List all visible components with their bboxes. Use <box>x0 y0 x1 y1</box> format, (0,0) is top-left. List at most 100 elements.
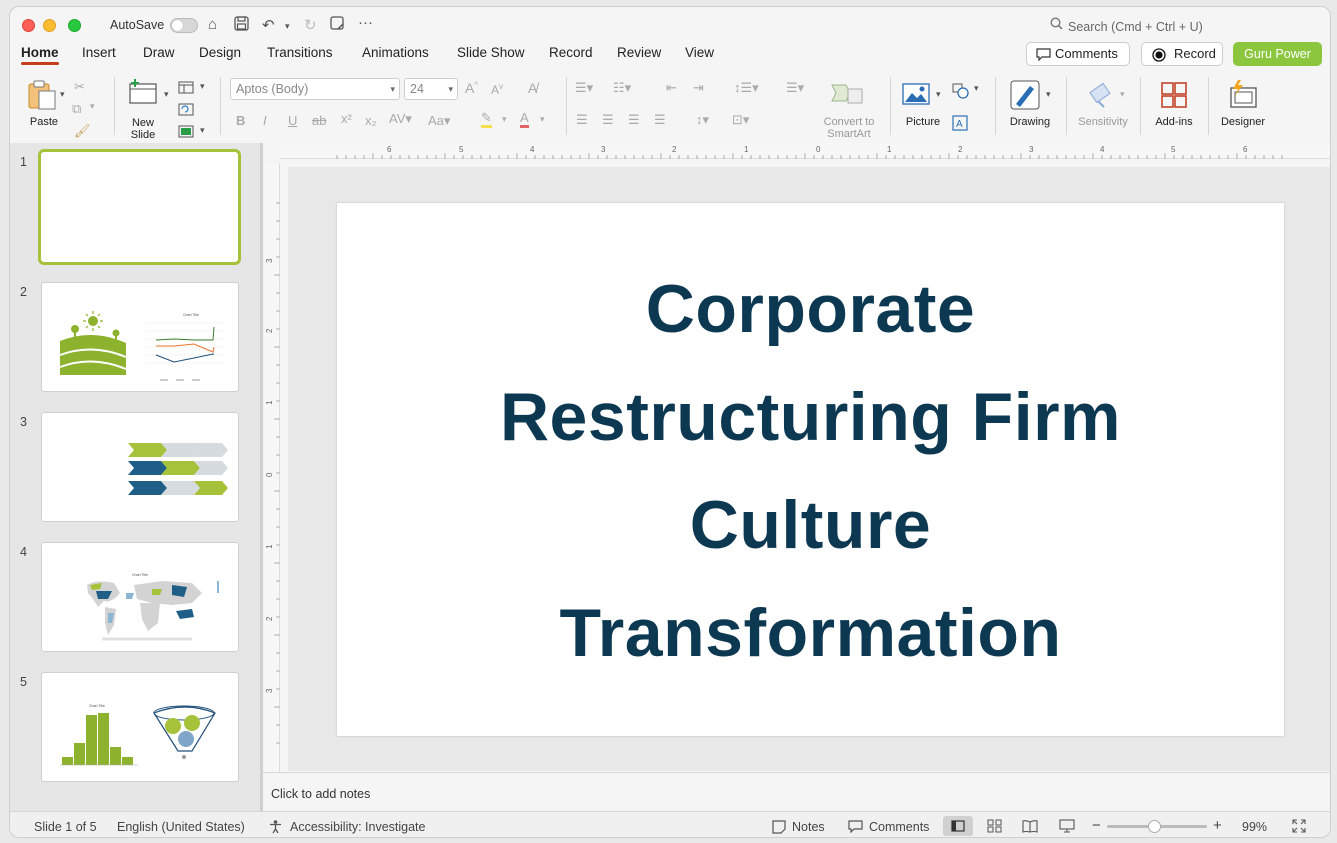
undo-icon[interactable]: ↶ <box>262 16 275 34</box>
language-indicator[interactable]: English (United States) <box>117 820 245 834</box>
undo-dropdown-icon[interactable]: ▾ <box>285 21 290 32</box>
slide-title[interactable]: Corporate Restructuring Firm Culture Tra… <box>337 255 1284 687</box>
slide-thumbnail-2[interactable]: Chart Title <box>41 282 239 392</box>
bold-icon[interactable]: B <box>236 113 245 128</box>
comments-button[interactable]: Comments <box>1026 42 1130 66</box>
shapes-icon[interactable] <box>952 83 970 99</box>
comments-icon[interactable] <box>848 820 863 833</box>
slide-thumbnail-1[interactable] <box>38 149 241 265</box>
designer-button[interactable]: Designer <box>1214 75 1272 135</box>
accessibility-icon[interactable] <box>268 819 283 834</box>
decrease-font-icon[interactable]: Av <box>491 82 503 97</box>
redo-icon[interactable]: ↻ <box>304 16 317 34</box>
minimize-window-button[interactable] <box>43 19 56 32</box>
drawing-button[interactable]: ▾ Drawing <box>1004 75 1056 135</box>
decrease-indent-icon[interactable]: ⇤ <box>666 80 677 96</box>
accessibility-status[interactable]: Accessibility: Investigate <box>290 820 425 834</box>
autosave-toggle[interactable] <box>170 18 198 33</box>
section-icon[interactable] <box>178 125 194 138</box>
character-spacing-icon[interactable]: AV▾ <box>389 111 412 127</box>
new-slide-button[interactable]: ▾ New Slide <box>124 75 174 141</box>
drawing-dropdown-icon[interactable]: ▾ <box>1046 89 1051 100</box>
underline-icon[interactable]: U <box>288 113 297 128</box>
normal-view-button[interactable] <box>943 816 973 836</box>
tab-record[interactable]: Record <box>549 45 593 60</box>
copy-icon[interactable]: ⧉ <box>72 101 81 117</box>
strikethrough-icon[interactable]: ab <box>312 113 326 128</box>
paste-dropdown-icon[interactable]: ▾ <box>60 89 65 100</box>
subscript-icon[interactable]: x₂ <box>365 113 377 128</box>
align-text-icon[interactable]: ⊡▾ <box>732 112 749 128</box>
font-name-select[interactable]: Aptos (Body) ▾ <box>230 78 400 100</box>
home-icon[interactable]: ⌂ <box>208 16 217 33</box>
new-slide-dropdown-icon[interactable]: ▾ <box>164 89 169 100</box>
slide-thumbnail-3[interactable] <box>41 412 239 522</box>
text-direction-icon[interactable]: ↕▾ <box>696 112 709 128</box>
text-box-icon[interactable]: A <box>952 115 968 131</box>
notes-icon[interactable] <box>772 820 786 834</box>
convert-smartart-button[interactable]: Convert to SmartArt <box>816 75 882 140</box>
format-painter-icon[interactable]: 🖌 <box>74 123 91 139</box>
italic-icon[interactable]: I <box>263 113 267 128</box>
slide-show-icon[interactable] <box>1059 819 1075 833</box>
font-color-dropdown-icon[interactable]: ▾ <box>540 114 545 125</box>
font-color-icon[interactable]: A <box>520 111 529 128</box>
picture-button[interactable]: ▾ Picture <box>898 75 948 135</box>
search-input[interactable]: Search (Cmd + Ctrl + U) <box>1068 20 1203 34</box>
zoom-in-icon[interactable]: + <box>1213 817 1222 834</box>
tab-insert[interactable]: Insert <box>82 45 116 60</box>
slide-thumbnail-4[interactable]: Chart Title <box>41 542 239 652</box>
justify-icon[interactable]: ☰ <box>654 112 666 128</box>
bullets-icon[interactable]: ☰▾ <box>575 80 593 96</box>
guru-power-button[interactable]: Guru Power <box>1233 42 1322 66</box>
tab-view[interactable]: View <box>685 45 714 60</box>
shapes-dropdown-icon[interactable]: ▾ <box>974 83 979 94</box>
reading-view-icon[interactable] <box>1022 819 1038 833</box>
notes-pane[interactable]: Click to add notes <box>263 772 1330 810</box>
increase-font-icon[interactable]: A^ <box>465 80 478 96</box>
tab-design[interactable]: Design <box>199 45 241 60</box>
add-ins-button[interactable]: Add-ins <box>1146 75 1202 135</box>
zoom-out-icon[interactable]: − <box>1092 817 1101 834</box>
line-spacing-icon[interactable]: ↕☰▾ <box>734 80 759 96</box>
numbering-icon[interactable]: ☷▾ <box>613 80 631 96</box>
tab-home[interactable]: Home <box>21 45 59 65</box>
tab-transitions[interactable]: Transitions <box>267 45 333 60</box>
sensitivity-dropdown-icon[interactable]: ▾ <box>1120 89 1125 100</box>
save-as-icon[interactable] <box>330 16 345 35</box>
increase-indent-icon[interactable]: ⇥ <box>693 80 704 96</box>
superscript-icon[interactable]: x² <box>341 111 352 126</box>
tab-draw[interactable]: Draw <box>143 45 175 60</box>
columns-icon[interactable]: ☰▾ <box>786 80 804 96</box>
paste-button[interactable]: ▾ Paste <box>22 75 66 131</box>
save-icon[interactable] <box>234 16 249 35</box>
change-case-icon[interactable]: Aa▾ <box>428 113 450 129</box>
align-right-icon[interactable]: ☰ <box>628 112 640 128</box>
highlight-icon[interactable]: ✎ <box>481 111 492 128</box>
sensitivity-button[interactable]: ▾ Sensitivity <box>1072 75 1134 135</box>
tab-animations[interactable]: Animations <box>362 45 429 60</box>
reset-icon[interactable] <box>178 103 194 116</box>
pane-splitter[interactable] <box>260 143 263 811</box>
layout-icon[interactable] <box>178 81 194 94</box>
copy-dropdown-icon[interactable]: ▾ <box>90 101 95 112</box>
font-size-select[interactable]: 24 ▾ <box>404 78 458 100</box>
fit-to-window-icon[interactable] <box>1292 819 1306 833</box>
close-window-button[interactable] <box>22 19 35 32</box>
zoom-window-button[interactable] <box>68 19 81 32</box>
slide-thumbnail-5[interactable]: Chart Title <box>41 672 239 782</box>
picture-dropdown-icon[interactable]: ▾ <box>936 89 941 100</box>
current-slide[interactable]: Corporate Restructuring Firm Culture Tra… <box>337 203 1284 736</box>
tab-review[interactable]: Review <box>617 45 661 60</box>
zoom-slider-handle[interactable] <box>1148 820 1161 833</box>
highlight-dropdown-icon[interactable]: ▾ <box>502 114 507 125</box>
comments-toggle[interactable]: Comments <box>869 820 929 834</box>
section-dropdown-icon[interactable]: ▾ <box>200 125 205 136</box>
more-icon[interactable]: ··· <box>358 14 373 31</box>
align-center-icon[interactable]: ☰ <box>602 112 614 128</box>
notes-toggle[interactable]: Notes <box>792 820 825 834</box>
tab-slide-show[interactable]: Slide Show <box>457 45 525 60</box>
zoom-level[interactable]: 99% <box>1242 820 1267 834</box>
layout-dropdown-icon[interactable]: ▾ <box>200 81 205 92</box>
align-left-icon[interactable]: ☰ <box>576 112 588 128</box>
